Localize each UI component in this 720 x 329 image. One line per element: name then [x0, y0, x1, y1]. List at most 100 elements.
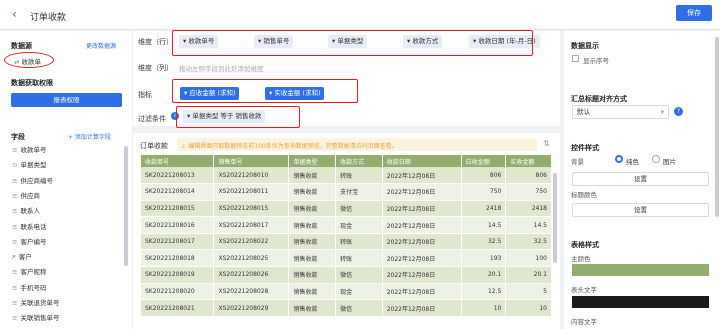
dimension-col-placeholder[interactable]: 拖动左侧字段到此处添加维度 [179, 63, 264, 73]
field-item[interactable]: ≡ 联系人 [12, 205, 40, 215]
field-item[interactable]: ⊙ 单据类型 [12, 159, 46, 169]
column-header[interactable]: 单据类型 [288, 155, 337, 167]
table-cell: 销售收款 [288, 283, 337, 301]
column-header[interactable]: 收款单号 [141, 155, 215, 167]
change-datasource-link[interactable]: 更改数据源 [86, 41, 116, 50]
right-scrollbar[interactable] [715, 37, 719, 217]
left-panel: 数据源 更改数据源 ⇄ 收款单 数据获取权限 报表权限 字段 + 添加计算字段 … [0, 31, 132, 329]
table-cell: 2022年12月08日 [382, 266, 462, 284]
header-text-color-swatch[interactable] [572, 296, 709, 308]
metric-label: 指标 [138, 91, 152, 99]
table-cell: 14.5 [461, 216, 507, 234]
table-scrollbar[interactable] [553, 173, 557, 263]
radio-solid-icon[interactable] [615, 155, 623, 163]
field-type-icon: ≡ [12, 146, 18, 154]
table-cell: 2022年12月08日 [382, 299, 462, 317]
back-arrow-icon[interactable]: ‹ [12, 7, 17, 21]
table-cell: 2418 [505, 200, 552, 218]
field-name: 联系人 [20, 207, 40, 216]
table-cell: XS20221208029 [213, 299, 290, 317]
column-header[interactable]: 实收金额 [505, 155, 552, 167]
align-label: 汇总标题对齐方式 [571, 95, 627, 103]
help-icon[interactable]: ? [674, 107, 683, 116]
table-cell: SK20221208021 [141, 299, 215, 317]
table-cell: SK20221208019 [141, 266, 215, 284]
column-header[interactable]: 应收金额 [461, 155, 507, 167]
field-item[interactable]: ≡ 客户昵称 [12, 266, 46, 276]
table-cell: 193 [461, 249, 507, 268]
bg-set-button[interactable]: 设置 [572, 172, 709, 186]
field-type-icon: ≡ [12, 237, 18, 246]
filter-highlight-box [176, 106, 300, 128]
field-item[interactable]: ≡ 供应商编号 [12, 175, 53, 185]
preview-title: 订单收款 [140, 142, 168, 150]
field-item[interactable]: ≡ 收款单号 [12, 144, 46, 154]
column-header[interactable]: 收款方式 [335, 155, 383, 167]
top-bar: ‹ 订单收款 保存 [0, 0, 720, 30]
field-type-icon: ≡ [12, 222, 18, 231]
field-item[interactable]: ≡ 关联销售单号 [12, 312, 59, 322]
fields-scrollbar[interactable] [124, 146, 128, 266]
field-name: 客户昵称 [20, 268, 47, 277]
table-row: SK20221208018 XS20221208025 销售收款 转账 2022年12月… [141, 249, 552, 268]
table-cell: 微信 [335, 299, 383, 317]
field-type-icon: ዖ [12, 253, 16, 262]
show-index-checkbox[interactable] [572, 55, 579, 62]
table-cell: 100 [505, 249, 552, 268]
table-header-row: 收款单号 销售单号 单据类型 收款方式 收款日期 应收金额 实收金额 [141, 155, 552, 167]
permission-label: 数据获取权限 [11, 79, 53, 87]
data-display-label: 数据显示 [571, 42, 599, 50]
datasource-label: 数据源 [11, 42, 32, 50]
table-cell: 支付宝 [335, 183, 383, 201]
field-item[interactable]: ዖ 客户 [12, 251, 32, 262]
title-color-set-button[interactable]: 设置 [572, 203, 709, 217]
table-cell: 2022年12月08日 [382, 200, 462, 218]
table-cell: XS20221208025 [213, 249, 290, 268]
field-name: 联系电话 [20, 222, 47, 231]
column-header[interactable]: 收款日期 [382, 155, 462, 167]
field-type-icon: ≡ [12, 283, 18, 292]
field-name: 供应商 [20, 191, 40, 200]
field-item[interactable]: ≡ 联系电话 [12, 221, 46, 231]
table-cell: 14.5 [505, 216, 552, 234]
bg-image-label: 图片 [663, 158, 676, 166]
table-row: SK20221208013 XS20221208010 销售收款 转账 2022年12月… [141, 167, 552, 185]
content-text-label: 内容文字 [571, 318, 597, 326]
table-row: SK20221208021 XS20221208029 销售收款 微信 2022年12月… [141, 299, 552, 317]
table-cell: 2418 [461, 200, 507, 218]
field-type-icon: ≡ [12, 299, 18, 307]
fields-label: 字段 [11, 133, 25, 141]
dimension-highlight-box [172, 30, 533, 56]
table-cell: XS20221208015 [213, 200, 290, 218]
table-row: SK20221208020 XS20221208028 销售收款 现金 2022年12月… [141, 283, 552, 301]
table-cell: 销售收款 [288, 233, 337, 251]
field-type-icon: ≡ [12, 191, 18, 200]
field-item[interactable]: ≡ 客户编号 [12, 236, 46, 246]
field-name: 关联销售单号 [20, 314, 60, 323]
field-item[interactable]: ≡ 供应商 [12, 190, 40, 200]
main-color-swatch[interactable] [572, 264, 709, 276]
table-cell: XS20221208017 [213, 216, 290, 234]
align-value: 默认 [577, 108, 590, 116]
page-title: 订单收款 [30, 13, 67, 23]
table-body: SK20221208013 XS20221208010 销售收款 转账 2022年12月… [141, 167, 552, 317]
filter-label: 过滤条件 [138, 115, 166, 123]
radio-image-icon[interactable] [652, 155, 660, 163]
align-select[interactable]: 默认 ▾ [572, 105, 669, 119]
field-type-icon: ≡ [12, 268, 18, 277]
highlight-ellipse [4, 52, 54, 68]
table-cell: 转账 [335, 167, 383, 185]
save-button[interactable]: 保存 [676, 5, 712, 21]
metric-highlight-box [172, 79, 358, 103]
field-item[interactable]: ≡ 手机号码 [12, 282, 46, 292]
table-cell: 现金 [335, 283, 383, 301]
field-item[interactable]: ≡ 关联退货单号 [12, 297, 59, 307]
report-permission-button[interactable]: 报表权限 [11, 93, 122, 107]
table-row: SK20221208015 XS20221208015 销售收款 微信 2022年12月… [141, 200, 552, 218]
refresh-icon[interactable]: ⇅ [543, 139, 550, 148]
add-calc-field-link[interactable]: + 添加计算字段 [68, 132, 111, 141]
column-header[interactable]: 销售单号 [213, 155, 290, 167]
table-style-label: 表格样式 [571, 241, 599, 249]
table-cell: SK20221208018 [141, 249, 215, 268]
table-cell: 销售收款 [288, 167, 337, 185]
